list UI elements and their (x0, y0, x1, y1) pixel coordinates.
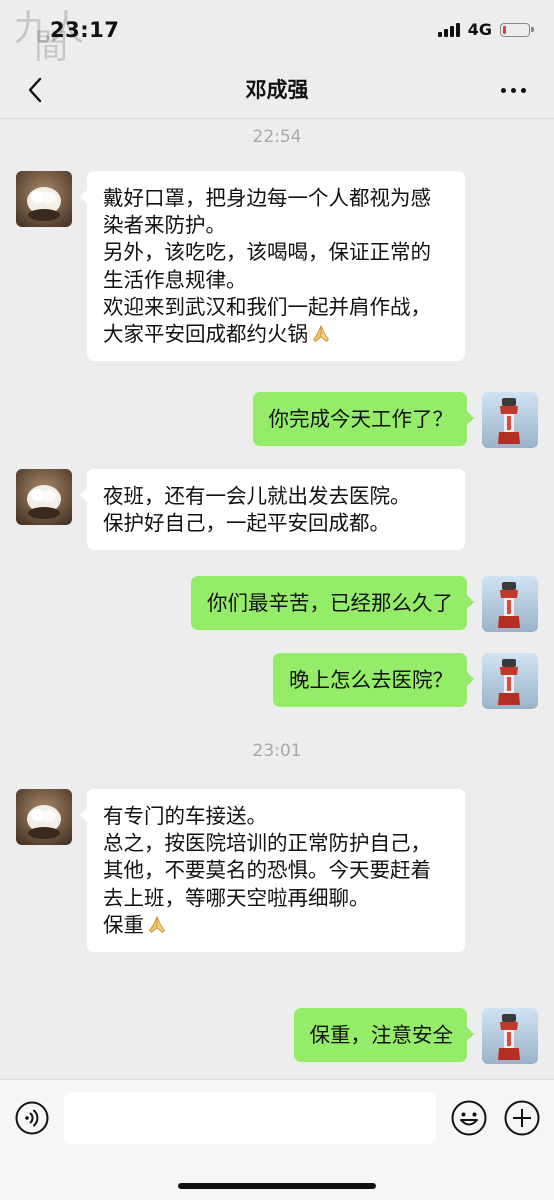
plus-button[interactable] (503, 1099, 541, 1137)
pray-icon (313, 325, 329, 342)
incoming-message-bubble[interactable]: 有专门的车接送。 总之，按医院培训的正常防护自己，其他，不要莫名的恐惧。今天要赶… (80, 789, 465, 953)
network-type: 4G (467, 20, 492, 39)
incoming-message-bubble[interactable]: 夜班，还有一会儿就出发去医院。 保护好自己，一起平安回成都。 (80, 469, 465, 551)
my-avatar[interactable] (482, 576, 538, 632)
outgoing-message-bubble[interactable]: 晚上怎么去医院？ (273, 653, 474, 708)
battery-level (503, 25, 506, 34)
timestamp: 23:01 (252, 741, 302, 761)
status-time: 23:17 (50, 18, 120, 42)
my-avatar[interactable] (482, 653, 538, 709)
voice-icon (15, 1101, 49, 1135)
contact-avatar[interactable] (16, 469, 72, 525)
outgoing-message-bubble[interactable]: 你完成今天工作了？ (252, 392, 474, 447)
home-indicator (178, 1183, 376, 1189)
message-text: 保重，注意安全 (309, 1023, 454, 1047)
contact-avatar[interactable] (16, 789, 72, 845)
more-icon (500, 87, 506, 93)
message-text: 戴好口罩，把身边每一个人都视为感染者来防护。 另外，该吃吃，该喝喝，保证正常的生… (103, 186, 431, 347)
emoji-button[interactable] (450, 1099, 488, 1137)
timestamp: 22:54 (252, 127, 302, 147)
message-text: 夜班，还有一会儿就出发去医院。 保护好自己，一起平安回成都。 (103, 484, 411, 536)
pray-icon (149, 916, 165, 933)
message-text: 你们最辛苦，已经那么久了 (207, 591, 453, 615)
message-input[interactable] (64, 1092, 436, 1144)
my-avatar[interactable] (482, 392, 538, 448)
plus-icon (504, 1100, 540, 1136)
incoming-message-bubble[interactable]: 戴好口罩，把身边每一个人都视为感染者来防护。 另外，该吃吃，该喝喝，保证正常的生… (80, 171, 465, 362)
battery-icon (500, 22, 534, 37)
contact-avatar[interactable] (16, 171, 72, 227)
outgoing-message-bubble[interactable]: 保重，注意安全 (293, 1008, 474, 1063)
message-text: 晚上怎么去医院？ (289, 668, 453, 692)
message-text: 你完成今天工作了？ (268, 407, 454, 431)
emoji-icon (451, 1100, 487, 1136)
status-bar: 九 人 間 23:17 4G (0, 0, 554, 66)
nav-bar: 邓成强 (0, 62, 554, 118)
voice-button[interactable] (14, 1100, 50, 1136)
status-indicators: 4G (437, 20, 534, 39)
more-button[interactable] (498, 76, 528, 104)
my-avatar[interactable] (482, 1008, 538, 1064)
input-bar (0, 1079, 554, 1200)
outgoing-message-bubble[interactable]: 你们最辛苦，已经那么久了 (191, 576, 474, 631)
signal-icon (437, 22, 460, 37)
chat-area[interactable]: 22:54 戴好口罩，把身边每一个人都视为感染者来防护。 另外，该吃吃，该喝喝，保… (0, 119, 554, 1079)
chat-title: 邓成强 (245, 78, 309, 102)
